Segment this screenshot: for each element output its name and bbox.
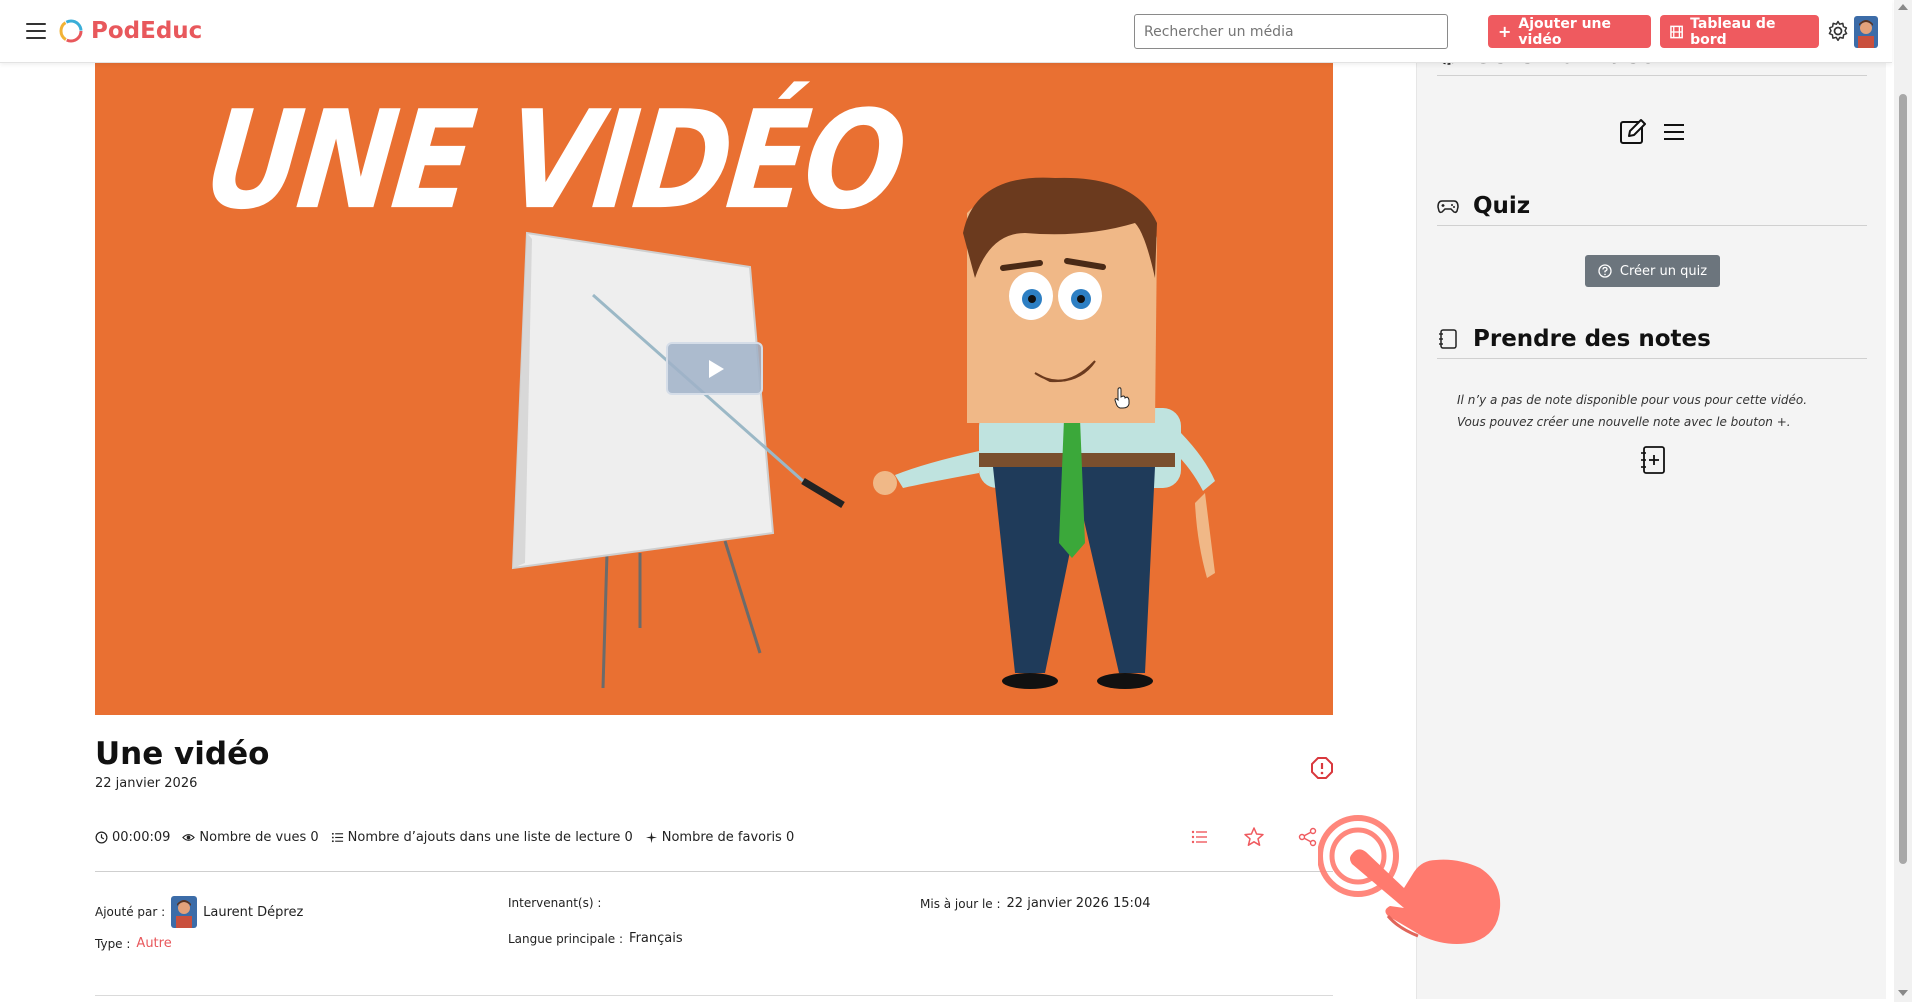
eye-icon	[182, 834, 196, 841]
add-video-label: Ajouter une vidéo	[1518, 15, 1612, 48]
divider	[95, 995, 1333, 996]
updated-label: Mis à jour le :	[920, 896, 1001, 911]
add-video-button[interactable]: + Ajouter une vidéo	[1488, 15, 1651, 48]
speakers: Intervenant(s) :	[508, 896, 601, 910]
add-note-icon[interactable]	[1639, 445, 1667, 475]
type-link[interactable]: Autre	[136, 936, 171, 951]
film-icon	[1670, 25, 1683, 38]
notes-message-line2: Vous pouvez créer une nouvelle note avec…	[1457, 415, 1791, 429]
type-label: Type :	[95, 936, 131, 951]
user-avatar[interactable]	[1854, 16, 1878, 48]
favorites-value: Nombre de favoris 0	[661, 830, 795, 845]
added-by: Ajouté par : Laurent Déprez	[95, 896, 303, 928]
scrollbar-thumb[interactable]	[1899, 94, 1907, 864]
duration-stat: 00:00:09	[95, 830, 170, 845]
dashboard-label: Tableau de bord	[1690, 15, 1776, 48]
notes-message-line1: Il n’y a pas de note disponible pour vou…	[1457, 393, 1808, 407]
updated-date: Mis à jour le : 22 janvier 2026 15:04	[920, 896, 1150, 911]
clock-icon	[95, 831, 108, 844]
settings-gear-icon[interactable]	[1826, 19, 1850, 43]
language-label: Langue principale :	[508, 931, 624, 946]
favorite-star-icon[interactable]	[1243, 826, 1265, 848]
click-indicator-icon	[1318, 815, 1501, 944]
create-quiz-label: Créer un quiz	[1619, 263, 1708, 279]
brand-name: PodEduc	[91, 18, 203, 44]
favorites-stat: Nombre de favoris 0	[645, 830, 795, 845]
create-quiz-button[interactable]: Créer un quiz	[1585, 255, 1720, 287]
language-value: Français	[629, 931, 683, 946]
pointer-cursor-icon	[1114, 387, 1130, 409]
notes-title: Prendre des notes	[1473, 326, 1711, 352]
views-stat: Nombre de vues 0	[182, 830, 319, 845]
quiz-title: Quiz	[1473, 193, 1531, 219]
scroll-down-arrow-icon[interactable]	[1898, 990, 1908, 996]
main-language: Langue principale : Français	[508, 931, 683, 946]
duration-value: 00:00:09	[112, 830, 171, 845]
notes-empty-message: Il n’y a pas de note disponible pour vou…	[1457, 389, 1837, 433]
search-input[interactable]	[1134, 14, 1448, 49]
author-avatar[interactable]	[171, 896, 198, 928]
views-value: Nombre de vues 0	[199, 830, 319, 845]
notes-header: Prendre des notes	[1437, 326, 1867, 359]
playlist-value: Nombre d’ajouts dans une liste de lectur…	[347, 830, 633, 845]
plus-icon: +	[1498, 22, 1512, 41]
video-type: Type : Autre	[95, 936, 172, 951]
dashboard-button[interactable]: Tableau de bord	[1660, 15, 1819, 48]
logo-ring-icon	[59, 19, 83, 43]
list-icon	[331, 832, 343, 843]
notebook-icon	[1439, 329, 1457, 349]
author-name[interactable]: Laurent Déprez	[203, 905, 303, 920]
add-to-playlist-icon[interactable]	[1189, 826, 1211, 848]
question-circle-icon	[1598, 264, 1612, 278]
top-navbar: PodEduc + Ajouter une vidéo Tableau de b…	[0, 0, 1892, 63]
report-alert-icon[interactable]	[1310, 756, 1334, 780]
video-date: 22 janvier 2026	[95, 776, 198, 791]
play-button[interactable]	[666, 342, 763, 395]
gamepad-icon	[1437, 200, 1459, 214]
quiz-header: Quiz	[1437, 193, 1867, 226]
video-player[interactable]: UNE VIDÉO	[95, 63, 1333, 715]
added-by-label: Ajouté par :	[95, 905, 166, 919]
menu-icon[interactable]	[26, 23, 46, 39]
video-title: Une vidéo	[95, 736, 270, 772]
speakers-label: Intervenant(s) :	[508, 896, 602, 910]
edit-icon[interactable]	[1619, 118, 1647, 146]
video-stats: 00:00:09 Nombre de vues 0 Nombre d’ajout…	[95, 830, 794, 845]
chapters-list-icon[interactable]	[1663, 121, 1685, 143]
share-icon[interactable]	[1297, 826, 1319, 848]
playlist-stat: Nombre d’ajouts dans une liste de lectur…	[331, 830, 633, 845]
updated-value: 22 janvier 2026 15:04	[1006, 896, 1151, 911]
sparkle-icon	[645, 831, 657, 844]
divider	[95, 871, 1333, 872]
page-scrollbar[interactable]	[1894, 0, 1912, 1002]
brand-logo[interactable]: PodEduc	[58, 18, 202, 44]
scroll-up-arrow-icon[interactable]	[1898, 4, 1908, 10]
